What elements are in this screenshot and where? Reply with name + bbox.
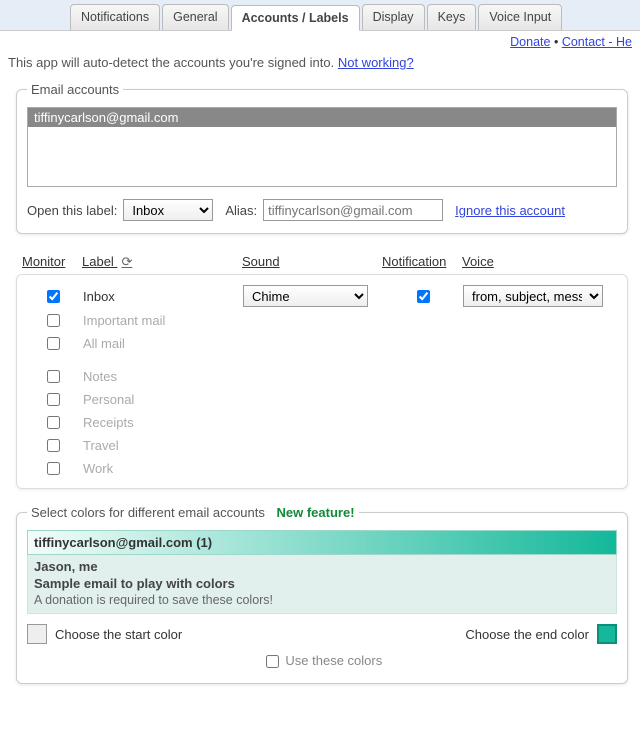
monitor-checkbox[interactable] bbox=[47, 439, 60, 452]
contact-link[interactable]: Contact - He bbox=[562, 35, 632, 49]
tab-display[interactable]: Display bbox=[362, 4, 425, 30]
end-color-label: Choose the end color bbox=[465, 627, 589, 642]
preview-donation-note: A donation is required to save these col… bbox=[34, 593, 610, 607]
description: This app will auto-detect the accounts y… bbox=[0, 49, 640, 82]
not-working-link[interactable]: Not working? bbox=[338, 55, 414, 70]
accounts-listbox[interactable]: tiffinycarlson@gmail.com bbox=[27, 107, 617, 187]
tab-bar: Notifications General Accounts / Labels … bbox=[0, 0, 640, 31]
label-name: Inbox bbox=[83, 289, 243, 304]
labels-body: Inbox Chime from, subject, mess Importan… bbox=[16, 274, 628, 489]
label-name: Work bbox=[83, 461, 243, 476]
new-feature-badge: New feature! bbox=[277, 505, 355, 520]
label-name: All mail bbox=[83, 336, 243, 351]
col-monitor[interactable]: Monitor bbox=[22, 254, 82, 270]
open-label-select[interactable]: Inbox bbox=[123, 199, 213, 221]
open-label-text: Open this label: bbox=[27, 203, 117, 218]
email-accounts-panel: Email accounts tiffinycarlson@gmail.com … bbox=[16, 82, 628, 234]
donate-link[interactable]: Donate bbox=[510, 35, 550, 49]
label-name: Personal bbox=[83, 392, 243, 407]
separator: • bbox=[554, 35, 558, 49]
use-colors-checkbox[interactable] bbox=[266, 655, 279, 668]
col-label[interactable]: Label bbox=[82, 254, 114, 269]
monitor-checkbox[interactable] bbox=[47, 416, 60, 429]
alias-input[interactable] bbox=[263, 199, 443, 221]
label-row: Receipts bbox=[23, 411, 621, 434]
labels-area: Monitor Label ⟳ Sound Notification Voice… bbox=[16, 250, 628, 489]
refresh-icon[interactable]: ⟳ bbox=[121, 254, 132, 270]
col-notification[interactable]: Notification bbox=[382, 254, 462, 270]
label-row-inbox: Inbox Chime from, subject, mess bbox=[23, 283, 621, 309]
monitor-checkbox[interactable] bbox=[47, 393, 60, 406]
label-name: Receipts bbox=[83, 415, 243, 430]
label-name: Important mail bbox=[83, 313, 243, 328]
start-color-swatch[interactable] bbox=[27, 624, 47, 644]
colors-panel: Select colors for different email accoun… bbox=[16, 505, 628, 684]
top-right-links: Donate • Contact - He bbox=[0, 31, 640, 49]
notification-checkbox[interactable] bbox=[417, 290, 430, 303]
col-sound[interactable]: Sound bbox=[242, 254, 382, 270]
voice-select[interactable]: from, subject, mess bbox=[463, 285, 603, 307]
sound-select[interactable]: Chime bbox=[243, 285, 368, 307]
start-color-label: Choose the start color bbox=[55, 627, 182, 642]
col-voice[interactable]: Voice bbox=[462, 254, 612, 270]
tab-keys[interactable]: Keys bbox=[427, 4, 477, 30]
monitor-checkbox[interactable] bbox=[47, 314, 60, 327]
tab-notifications[interactable]: Notifications bbox=[70, 4, 160, 30]
monitor-checkbox[interactable] bbox=[47, 337, 60, 350]
monitor-checkbox[interactable] bbox=[47, 370, 60, 383]
use-colors-label: Use these colors bbox=[285, 653, 382, 668]
labels-header-row: Monitor Label ⟳ Sound Notification Voice bbox=[16, 250, 628, 274]
tab-voice-input[interactable]: Voice Input bbox=[478, 4, 562, 30]
end-color-swatch[interactable] bbox=[597, 624, 617, 644]
preview-subject: Sample email to play with colors bbox=[34, 576, 610, 591]
label-name: Notes bbox=[83, 369, 243, 384]
description-text: This app will auto-detect the accounts y… bbox=[8, 55, 338, 70]
label-row: Travel bbox=[23, 434, 621, 457]
label-name: Travel bbox=[83, 438, 243, 453]
color-preview-body: Jason, me Sample email to play with colo… bbox=[27, 555, 617, 614]
color-preview-header: tiffinycarlson@gmail.com (1) bbox=[27, 530, 617, 555]
label-row: All mail bbox=[23, 332, 621, 355]
account-row-selected[interactable]: tiffinycarlson@gmail.com bbox=[28, 108, 616, 127]
label-row: Work bbox=[23, 457, 621, 480]
monitor-checkbox[interactable] bbox=[47, 290, 60, 303]
tab-general[interactable]: General bbox=[162, 4, 228, 30]
tab-accounts-labels[interactable]: Accounts / Labels bbox=[231, 5, 360, 31]
label-row: Important mail bbox=[23, 309, 621, 332]
label-row: Notes bbox=[23, 365, 621, 388]
preview-from: Jason, me bbox=[34, 559, 610, 574]
ignore-account-link[interactable]: Ignore this account bbox=[455, 203, 565, 218]
label-row: Personal bbox=[23, 388, 621, 411]
alias-label: Alias: bbox=[225, 203, 257, 218]
colors-legend: Select colors for different email accoun… bbox=[31, 505, 265, 520]
email-accounts-legend: Email accounts bbox=[31, 82, 119, 97]
monitor-checkbox[interactable] bbox=[47, 462, 60, 475]
